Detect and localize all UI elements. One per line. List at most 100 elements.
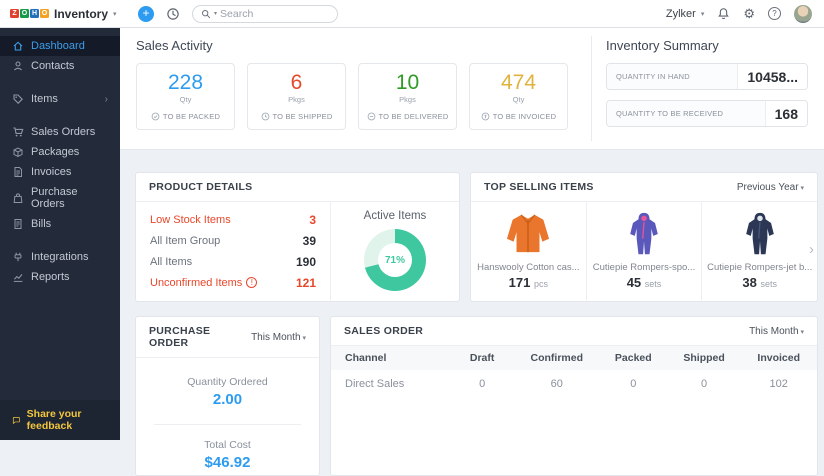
metric-label: TO BE SHIPPED: [261, 112, 333, 121]
main-content: Sales Activity 228 Qty TO BE PACKED 6 Pk…: [120, 28, 824, 476]
logo-tile: O: [40, 9, 49, 18]
all-item-group-row[interactable]: All Item Group 39: [150, 230, 316, 251]
chevron-down-icon: [113, 10, 117, 18]
product-image: [741, 211, 779, 257]
sidebar-item-dashboard[interactable]: Dashboard: [0, 36, 120, 56]
logo-tile: O: [20, 9, 29, 18]
unconfirmed-items-row[interactable]: Unconfirmed Items 121: [150, 272, 316, 293]
sidebar-nav: Dashboard Contacts Items Sales Orders Pa…: [0, 28, 120, 400]
notifications-button[interactable]: [717, 7, 730, 20]
card-title: PURCHASE ORDER: [149, 325, 211, 349]
channel-cell: Direct Sales: [345, 377, 405, 390]
search-filter-caret-icon[interactable]: [214, 10, 217, 17]
quantity-in-hand-row[interactable]: QUANTITY IN HAND 10458...: [606, 63, 808, 90]
product-details-list: Low Stock Items 3 All Item Group 39 All …: [136, 202, 331, 304]
plug-icon: [14, 252, 22, 262]
all-items-row[interactable]: All Items 190: [150, 251, 316, 272]
product-qty: 171 pcs: [508, 275, 548, 290]
top-selling-item[interactable]: Cutiepie Rompers-spo... 45 sets: [587, 202, 703, 304]
navy-romper-image: [745, 212, 774, 255]
search-icon: [201, 9, 211, 18]
column-header: Invoiced: [757, 352, 801, 364]
top-band: Sales Activity 228 Qty TO BE PACKED 6 Pk…: [120, 28, 824, 150]
sidebar-item-label: Bills: [31, 218, 52, 230]
sidebar-item-reports[interactable]: Reports: [0, 267, 120, 287]
bag-icon: [13, 193, 23, 203]
to-be-invoiced-card[interactable]: 474 Qty TO BE INVOICED: [469, 63, 568, 130]
column-header: Shipped: [683, 352, 725, 364]
sidebar-item-label: Purchase Orders: [31, 186, 78, 210]
product-name: Cutiepie Rompers-jet b...: [707, 262, 813, 273]
to-be-shipped-card[interactable]: 6 Pkgs TO BE SHIPPED: [247, 63, 346, 130]
top-selling-range-dropdown[interactable]: Previous Year: [737, 182, 804, 193]
low-stock-items-row[interactable]: Low Stock Items 3: [150, 209, 316, 230]
packed-cell: 0: [630, 377, 637, 390]
recent-activity-button[interactable]: [166, 7, 180, 21]
sidebar-item-bills[interactable]: Bills: [0, 214, 120, 234]
search-input[interactable]: [220, 7, 311, 20]
inventory-summary-title: Inventory Summary: [606, 38, 719, 53]
purple-romper-image: [630, 212, 658, 255]
donut-title: Active Items: [363, 210, 427, 222]
submenu-arrow-icon: [105, 94, 108, 105]
confirmed-cell: 60: [550, 377, 563, 390]
history-clock-icon: [167, 7, 179, 20]
receipt-icon: [14, 219, 22, 229]
top-selling-header: TOP SELLING ITEMS Previous Year: [471, 173, 817, 202]
quick-add-button[interactable]: [138, 5, 154, 22]
table-row[interactable]: Direct Sales 0 60 0 0 102: [331, 370, 817, 397]
summary-value: 10458...: [737, 64, 807, 89]
sidebar-item-packages[interactable]: Packages: [0, 142, 120, 162]
product-image: [504, 211, 552, 257]
metric-unit: Qty: [512, 95, 525, 105]
metric-label: TO BE INVOICED: [481, 112, 557, 121]
card-title: PRODUCT DETAILS: [149, 181, 253, 193]
zoho-logo-icon: Z O H O: [10, 9, 49, 18]
purchase-order-card: PURCHASE ORDER This Month Quantity Order…: [135, 316, 320, 476]
sidebar-item-items[interactable]: Items: [0, 89, 120, 109]
to-be-delivered-card[interactable]: 10 Pkgs TO BE DELIVERED: [358, 63, 457, 130]
metric-unit: Qty: [179, 95, 192, 105]
search-bar[interactable]: [192, 4, 338, 23]
metric-label: TO BE PACKED: [151, 112, 220, 121]
sidebar-item-invoices[interactable]: Invoices: [0, 162, 120, 182]
bell-icon: [718, 8, 730, 20]
org-switcher[interactable]: Zylker: [666, 8, 704, 20]
product-name: Hanswooly Cotton cas...: [477, 262, 580, 273]
status-circle-icon: [261, 112, 269, 121]
app-logo[interactable]: Z O H O Inventory: [0, 7, 120, 21]
card-title: TOP SELLING ITEMS: [484, 181, 594, 193]
top-selling-item[interactable]: Hanswooly Cotton cas... 171 pcs: [471, 202, 587, 304]
to-be-packed-card[interactable]: 228 Qty TO BE PACKED: [136, 63, 235, 130]
carousel-next-icon[interactable]: [809, 241, 814, 258]
sidebar-item-label: Items: [31, 93, 58, 105]
sidebar-item-label: Invoices: [31, 166, 72, 178]
chart-icon: [13, 274, 23, 282]
draft-cell: 0: [479, 377, 486, 390]
sidebar-item-integrations[interactable]: Integrations: [0, 247, 120, 267]
product-name: Inventory: [54, 6, 109, 21]
sidebar-item-sales-orders[interactable]: Sales Orders: [0, 122, 120, 142]
quantity-to-be-received-row[interactable]: QUANTITY TO BE RECEIVED 168: [606, 100, 808, 127]
help-button[interactable]: [768, 7, 781, 20]
settings-button[interactable]: [743, 7, 755, 20]
inventory-summary-section: Inventory Summary QUANTITY IN HAND 10458…: [592, 28, 824, 149]
org-name: Zylker: [665, 7, 696, 20]
column-header: Draft: [469, 352, 495, 364]
purchase-order-range-dropdown[interactable]: This Month: [251, 332, 306, 343]
user-avatar[interactable]: [794, 4, 812, 23]
metric-label: TO BE DELIVERED: [367, 112, 449, 121]
speech-bubble-icon: [12, 416, 20, 424]
sidebar-item-purchase-orders[interactable]: Purchase Orders: [0, 182, 120, 214]
product-qty: 45 sets: [626, 275, 662, 290]
warning-info-icon[interactable]: [246, 277, 258, 288]
sidebar-item-label: Dashboard: [31, 40, 85, 52]
top-selling-item[interactable]: Cutiepie Rompers-jet b... 38 sets: [702, 202, 817, 304]
feedback-label: Share your feedback: [26, 408, 82, 432]
sidebar-item-contacts[interactable]: Contacts: [0, 56, 120, 76]
sales-order-range-dropdown[interactable]: This Month: [749, 326, 804, 337]
logo-tile: Z: [10, 9, 19, 18]
total-cost-label: Total Cost: [204, 439, 251, 451]
tag-icon: [13, 94, 23, 104]
feedback-button[interactable]: Share your feedback: [0, 400, 120, 440]
